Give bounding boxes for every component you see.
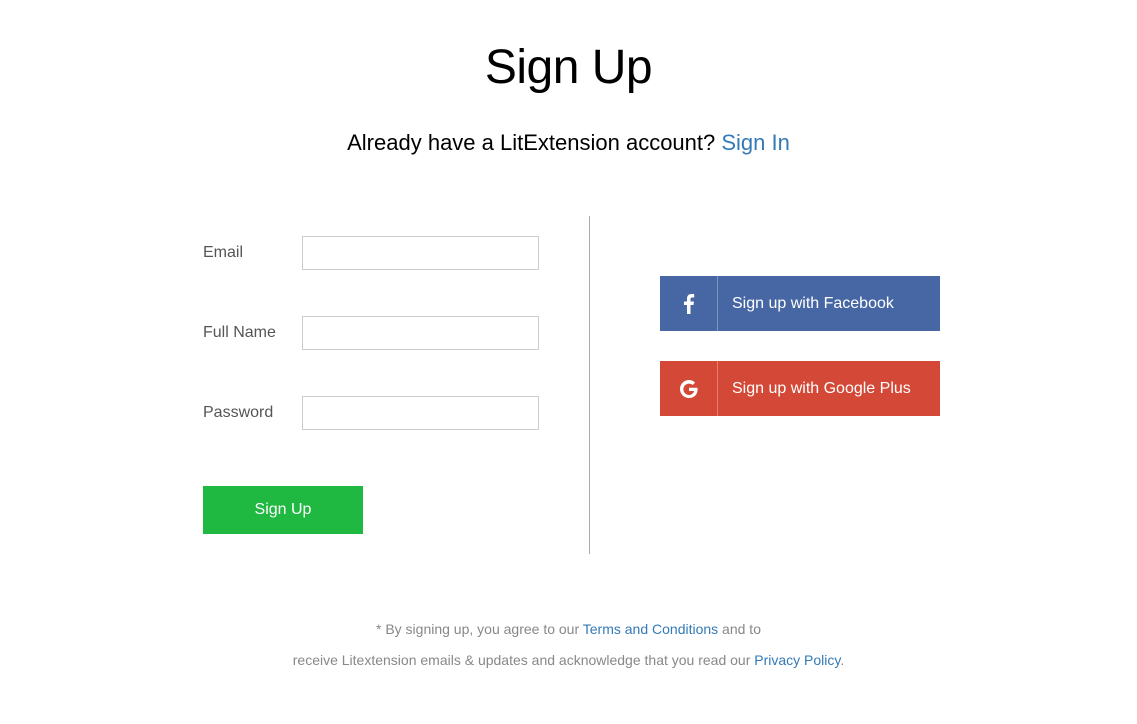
footer: * By signing up, you agree to our Terms … — [0, 614, 1137, 676]
facebook-signup-label: Sign up with Facebook — [718, 295, 940, 313]
password-label: Password — [203, 404, 302, 422]
terms-link[interactable]: Terms and Conditions — [583, 621, 718, 637]
page-title: Sign Up — [0, 40, 1137, 95]
google-icon — [660, 361, 718, 416]
privacy-link[interactable]: Privacy Policy — [754, 652, 840, 668]
footer-text-2: and to — [718, 621, 761, 637]
google-signup-button[interactable]: Sign up with Google Plus — [660, 361, 940, 416]
email-label: Email — [203, 244, 302, 262]
footer-text-4: . — [840, 652, 844, 668]
sign-in-link[interactable]: Sign In — [721, 130, 790, 155]
google-signup-label: Sign up with Google Plus — [718, 380, 940, 398]
signup-button[interactable]: Sign Up — [203, 486, 363, 534]
fullname-field[interactable] — [302, 316, 539, 350]
email-field[interactable] — [302, 236, 539, 270]
password-field[interactable] — [302, 396, 539, 430]
footer-text-1: * By signing up, you agree to our — [376, 621, 583, 637]
facebook-signup-button[interactable]: Sign up with Facebook — [660, 276, 940, 331]
subtitle: Already have a LitExtension account? Sig… — [0, 130, 1137, 156]
subtitle-text: Already have a LitExtension account? — [347, 130, 721, 155]
footer-text-3: receive Litextension emails & updates an… — [293, 652, 755, 668]
fullname-label: Full Name — [203, 324, 302, 342]
facebook-icon — [660, 276, 718, 331]
